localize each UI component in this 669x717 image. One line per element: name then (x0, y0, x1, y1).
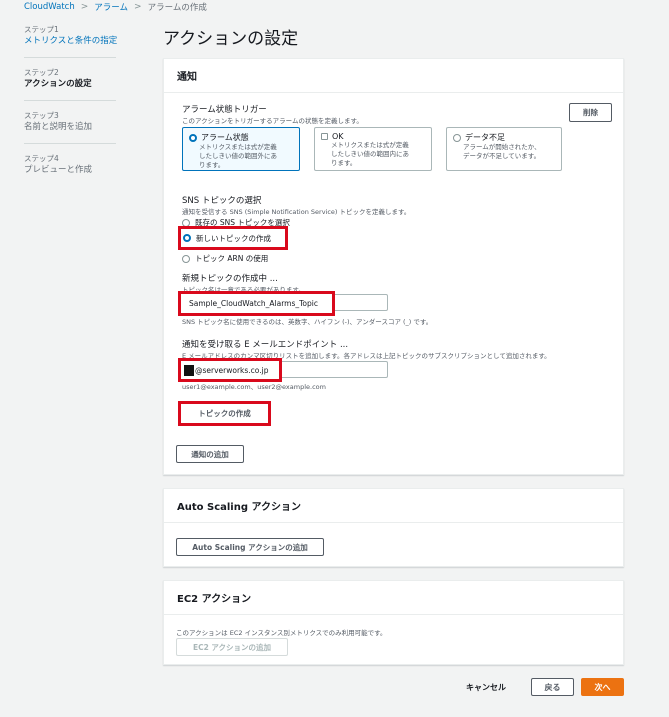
chevron-right-icon: > (134, 2, 142, 12)
notification-panel: 通知 アラーム状態トリガー このアクションをトリガーするアラームの状態を定義しま… (163, 58, 624, 475)
new-topic-label: 新規トピックの作成中 ... (182, 274, 278, 284)
tile-desc: したしきい値の範囲内にあ (331, 150, 409, 158)
redaction-block (184, 364, 194, 376)
tile-desc: データが不足しています。 (463, 152, 541, 160)
tile-insufficient-data[interactable]: データ不足 アラームが開始されたか、 データが不足しています。 (446, 127, 562, 171)
add-autoscaling-button[interactable]: Auto Scaling アクションの追加 (176, 538, 324, 556)
divider (24, 100, 116, 101)
nav-step-title: プレビューと作成 (24, 165, 93, 175)
email-value: @serverworks.co.jp (195, 365, 269, 375)
add-ec2-button[interactable]: EC2 アクションの追加 (176, 638, 288, 656)
breadcrumb-current: アラームの作成 (147, 3, 207, 13)
ec2-desc: このアクションは EC2 インスタンス別メトリクスでのみ利用可能です。 (176, 629, 387, 637)
ec2-header: EC2 アクション (164, 581, 623, 615)
breadcrumb: CloudWatch > アラーム > アラームの作成 (24, 0, 207, 14)
ec2-panel: EC2 アクション このアクションは EC2 インスタンス別メトリクスでのみ利用… (163, 580, 624, 665)
tile-desc: アラームが開始されたか、 (463, 143, 541, 151)
back-button[interactable]: 戻る (531, 678, 574, 696)
radio-icon (453, 133, 461, 142)
topic-name-input[interactable]: Sample_CloudWatch_Alarms_Topic (178, 291, 335, 316)
page-title: アクションの設定 (163, 29, 299, 49)
tile-title: データ不足 (465, 133, 505, 142)
nav-step-number: ステップ2 (24, 68, 59, 77)
nav-step-title: アクションの設定 (24, 79, 92, 89)
sns-label: SNS トピックの選択 (182, 196, 262, 206)
create-topic-highlight[interactable]: トピックの作成 (178, 401, 271, 426)
wizard-nav: ステップ1 メトリクスと条件の指定 ステップ2 アクションの設定 ステップ3 名… (24, 24, 120, 177)
topic-name-hint: SNS トピック名に使用できるのは、英数字、ハイフン (-)、アンダースコア (… (182, 318, 433, 326)
nav-step-number: ステップ1 (24, 25, 59, 34)
checkbox-icon (321, 133, 328, 140)
autoscaling-header: Auto Scaling アクション (164, 489, 623, 523)
email-input[interactable]: @serverworks.co.jp (178, 358, 282, 382)
sns-option-arn[interactable]: トピック ARN の使用 (182, 253, 268, 264)
tile-title: OK (332, 132, 344, 141)
next-button[interactable]: 次へ (581, 678, 624, 696)
nav-step-2: ステップ2 アクションの設定 (24, 67, 120, 91)
breadcrumb-alarms[interactable]: アラーム (94, 1, 128, 13)
add-notification-button[interactable]: 通知の追加 (176, 445, 244, 463)
option-label: 新しいトピックの作成 (196, 233, 271, 243)
nav-step-1[interactable]: ステップ1 メトリクスと条件の指定 (24, 24, 120, 48)
sns-option-new[interactable]: 新しいトピックの作成 (183, 233, 271, 244)
nav-step-number: ステップ3 (24, 111, 59, 120)
breadcrumb-cloudwatch[interactable]: CloudWatch (24, 2, 75, 12)
radio-selected-icon (189, 133, 197, 142)
nav-step-title: 名前と説明を追加 (24, 122, 93, 132)
divider (24, 57, 116, 58)
sns-desc: 通知を受信する SNS (Simple Notification Service… (182, 208, 411, 216)
tile-desc: メトリクスまたは式が定義 (331, 141, 409, 149)
radio-selected-icon (183, 234, 191, 242)
tile-desc: ります。 (199, 161, 225, 169)
option-label: トピック ARN の使用 (195, 254, 269, 263)
sns-option-new-highlight[interactable]: 新しいトピックの作成 (178, 226, 288, 250)
trigger-label: アラーム状態トリガー (182, 105, 267, 115)
nav-step-3: ステップ3 名前と説明を追加 (24, 110, 120, 134)
nav-step-title: メトリクスと条件の指定 (24, 36, 118, 46)
radio-icon (182, 254, 190, 263)
tile-ok[interactable]: OK メトリクスまたは式が定義 したしきい値の範囲内にあ ります。 (314, 127, 432, 171)
chevron-right-icon: > (80, 2, 89, 12)
tile-desc: したしきい値の範囲外にあ (199, 152, 277, 160)
tile-alarm-state[interactable]: アラーム状態 メトリクスまたは式が定義 したしきい値の範囲外にあ ります。 (182, 127, 300, 171)
tile-title: アラーム状態 (201, 133, 249, 142)
tile-desc: メトリクスまたは式が定義 (199, 143, 277, 151)
notification-header: 通知 (164, 59, 623, 93)
nav-step-number: ステップ4 (24, 154, 59, 163)
email-label: 通知を受け取る E メールエンドポイント ... (182, 340, 349, 350)
nav-step-4: ステップ4 プレビューと作成 (24, 153, 120, 177)
create-topic-button[interactable]: トピックの作成 (184, 406, 265, 421)
email-hint: user1@example.com、user2@example.com (182, 383, 326, 391)
tile-desc: ります。 (331, 159, 357, 167)
divider (24, 143, 116, 144)
cancel-button[interactable]: キャンセル (466, 678, 506, 696)
autoscaling-panel: Auto Scaling アクション Auto Scaling アクションの追加 (163, 488, 624, 567)
trigger-desc: このアクションをトリガーするアラームの状態を定義します。 (182, 117, 363, 125)
remove-button[interactable]: 削除 (569, 103, 612, 122)
